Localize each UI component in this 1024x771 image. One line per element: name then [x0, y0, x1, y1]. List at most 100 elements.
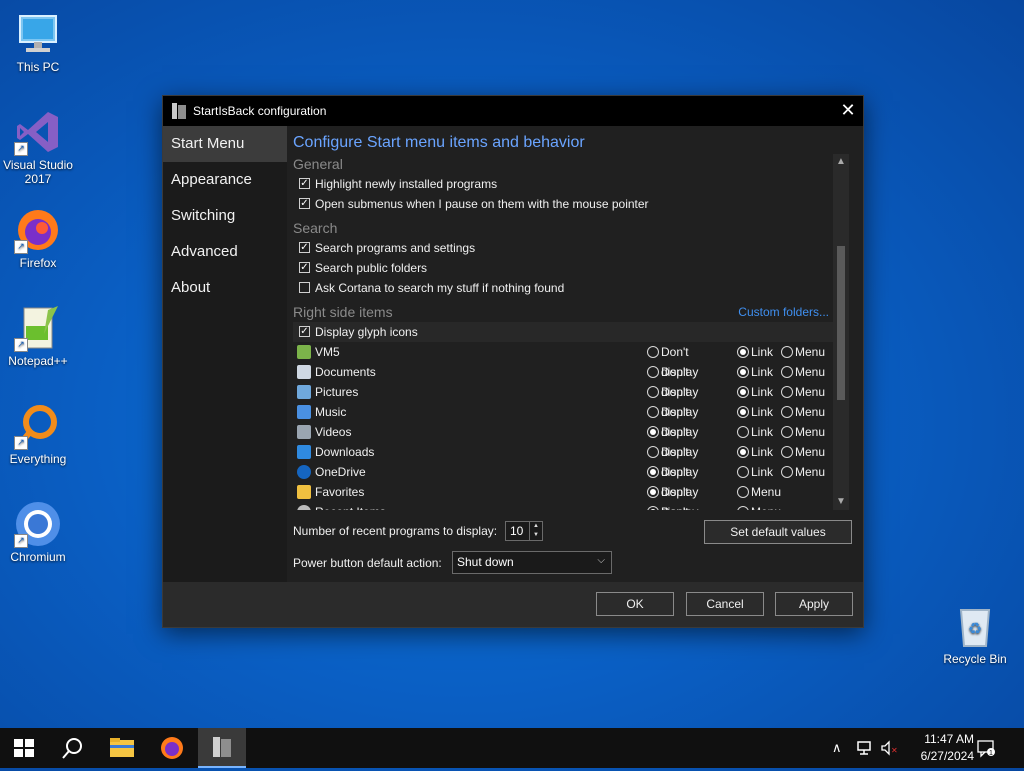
option-search-programs[interactable]: ✓ Search programs and settings: [293, 238, 833, 258]
scroll-up-icon[interactable]: ▲: [833, 154, 849, 170]
spin-up-icon[interactable]: ▲: [529, 522, 542, 531]
radio-menu-label[interactable]: Menu: [795, 422, 825, 442]
radio-menu[interactable]: [781, 466, 793, 478]
nav-advanced[interactable]: Advanced: [163, 234, 287, 270]
power-button-label: Power button default action:: [293, 556, 442, 570]
radio-menu[interactable]: [781, 346, 793, 358]
radio-dont[interactable]: [647, 346, 659, 358]
close-button[interactable]: ✕: [833, 96, 863, 126]
right-item-label: Documents: [315, 365, 376, 379]
taskbar-search-button[interactable]: [48, 728, 96, 768]
radio-menu-label[interactable]: Menu: [795, 462, 825, 482]
radio-dont[interactable]: [647, 426, 659, 438]
radio-link-label[interactable]: Link: [751, 462, 773, 482]
nav-about[interactable]: About: [163, 270, 287, 306]
glyph-icons-checkbox[interactable]: ✓: [299, 326, 310, 337]
search-programs-checkbox[interactable]: ✓: [299, 242, 310, 253]
option-search-public-folders[interactable]: ✓ Search public folders: [293, 258, 833, 278]
radio-link-label[interactable]: Link: [751, 402, 773, 422]
radio-menu[interactable]: [781, 446, 793, 458]
radio-link-label[interactable]: Link: [751, 442, 773, 462]
radio-menu[interactable]: [737, 506, 749, 510]
radio-link[interactable]: [737, 406, 749, 418]
section-label: Right side items: [293, 304, 393, 320]
chevron-up-icon[interactable]: ∧: [832, 740, 842, 756]
desktop-icon-visual-studio[interactable]: ↗ Visual Studio 2017: [0, 108, 76, 186]
system-clock[interactable]: 11:47 AM 6/27/2024: [921, 731, 974, 765]
set-default-values-button[interactable]: Set default values: [704, 520, 852, 544]
radio-menu-label[interactable]: Menu: [795, 402, 825, 422]
radio-menu-label[interactable]: Menu: [751, 502, 781, 510]
apply-button[interactable]: Apply: [775, 592, 853, 616]
radio-dont[interactable]: [647, 506, 659, 510]
radio-menu-label[interactable]: Menu: [795, 382, 825, 402]
taskbar-startisback[interactable]: [198, 728, 246, 768]
cortana-checkbox[interactable]: [299, 282, 310, 293]
radio-link-label[interactable]: Link: [751, 342, 773, 362]
right-item-row: Documents Don't display Link Menu: [293, 362, 833, 399]
radio-dont[interactable]: [647, 466, 659, 478]
desktop-icon-recycle-bin[interactable]: ♻ Recycle Bin: [936, 602, 1014, 666]
option-display-glyph-icons[interactable]: ✓ Display glyph icons: [293, 322, 833, 342]
notification-icon[interactable]: 1: [976, 738, 996, 761]
submenus-checkbox[interactable]: ✓: [299, 198, 310, 209]
radio-link-label[interactable]: Link: [751, 362, 773, 382]
radio-link[interactable]: [737, 426, 749, 438]
cancel-button[interactable]: Cancel: [686, 592, 764, 616]
radio-menu[interactable]: [737, 486, 749, 498]
radio-menu[interactable]: [781, 386, 793, 398]
desktop-icon-notepadpp[interactable]: ↗ Notepad++: [0, 304, 76, 368]
radio-dont[interactable]: [647, 386, 659, 398]
network-icon[interactable]: [856, 740, 874, 759]
options-scrollbar[interactable]: ▲ ▼: [833, 154, 849, 510]
nav-appearance[interactable]: Appearance: [163, 162, 287, 198]
start-button[interactable]: [0, 728, 48, 768]
ok-button[interactable]: OK: [596, 592, 674, 616]
scroll-down-icon[interactable]: ▼: [833, 494, 849, 510]
chevron-down-icon: ⌵: [597, 555, 605, 566]
radio-menu-label[interactable]: Menu: [795, 362, 825, 382]
section-label: General: [293, 156, 343, 172]
custom-folders-link[interactable]: Custom folders...: [738, 302, 829, 322]
recent-programs-spinner[interactable]: 10 ▲ ▼: [505, 521, 543, 541]
option-label: Display glyph icons: [315, 325, 418, 339]
desktop-icon-chromium[interactable]: ↗ Chromium: [0, 500, 76, 564]
radio-dont[interactable]: [647, 446, 659, 458]
highlight-checkbox[interactable]: ✓: [299, 178, 310, 189]
option-ask-cortana[interactable]: Ask Cortana to search my stuff if nothin…: [293, 278, 833, 298]
radio-menu[interactable]: [781, 366, 793, 378]
radio-link-label[interactable]: Link: [751, 422, 773, 442]
taskbar-firefox[interactable]: [148, 728, 196, 768]
option-highlight-new-programs[interactable]: ✓ Highlight newly installed programs: [293, 174, 833, 194]
radio-link[interactable]: [737, 466, 749, 478]
nav-start-menu[interactable]: Start Menu: [163, 126, 287, 162]
radio-link-label[interactable]: Link: [751, 382, 773, 402]
desktop-icon-firefox[interactable]: ↗ Firefox: [0, 206, 76, 270]
radio-dont-label[interactable]: Don't display: [661, 502, 698, 510]
desktop-icon-this-pc[interactable]: This PC: [0, 10, 76, 74]
radio-link[interactable]: [737, 386, 749, 398]
spin-down-icon[interactable]: ▼: [529, 531, 542, 540]
radio-menu[interactable]: [781, 426, 793, 438]
dialog-footer: OK Cancel Apply: [163, 582, 863, 627]
radio-dont[interactable]: [647, 366, 659, 378]
radio-menu-label[interactable]: Menu: [751, 482, 781, 502]
radio-menu[interactable]: [781, 406, 793, 418]
radio-link[interactable]: [737, 346, 749, 358]
radio-link[interactable]: [737, 366, 749, 378]
radio-dont[interactable]: [647, 486, 659, 498]
radio-menu-label[interactable]: Menu: [795, 442, 825, 462]
radio-menu-label[interactable]: Menu: [795, 342, 825, 362]
scroll-thumb[interactable]: [837, 246, 845, 400]
option-open-submenus[interactable]: ✓ Open submenus when I pause on them wit…: [293, 194, 833, 214]
power-action-select[interactable]: Shut down ⌵: [452, 551, 612, 574]
desktop-icon-everything[interactable]: ↗ Everything: [0, 402, 76, 466]
right-item-label: Downloads: [315, 445, 375, 459]
nav-switching[interactable]: Switching: [163, 198, 287, 234]
volume-muted-icon[interactable]: ✕: [880, 740, 898, 759]
radio-link[interactable]: [737, 446, 749, 458]
title-bar[interactable]: StartIsBack configuration ✕: [163, 96, 863, 126]
radio-dont[interactable]: [647, 406, 659, 418]
search-public-checkbox[interactable]: ✓: [299, 262, 310, 273]
taskbar-file-explorer[interactable]: [98, 728, 146, 768]
